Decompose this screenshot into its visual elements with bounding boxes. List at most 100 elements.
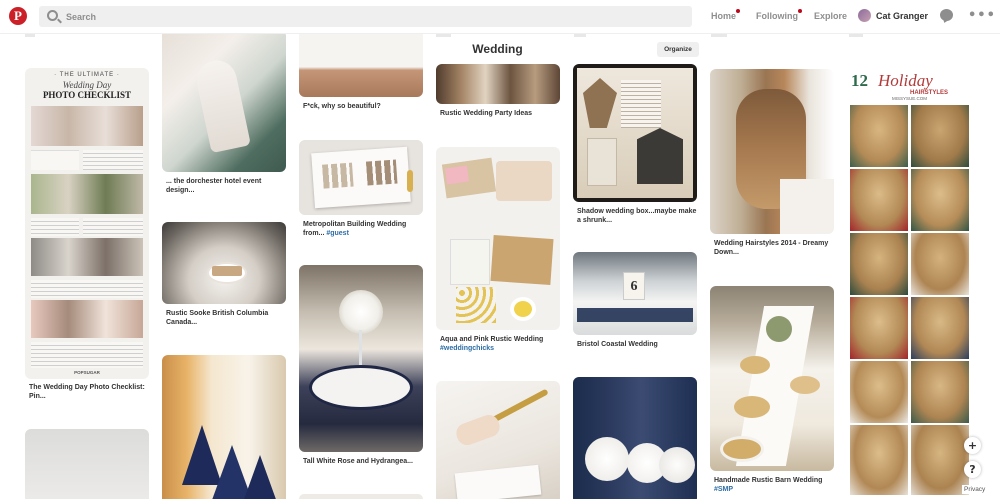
pin-image[interactable]	[299, 265, 423, 452]
pin-caption[interactable]: F*ck, why so beautiful?	[303, 102, 423, 111]
divider	[436, 34, 451, 37]
user-name-link[interactable]: Cat Granger	[876, 11, 928, 21]
pin-image[interactable]	[162, 355, 286, 499]
top-nav-bar: P Home Following Explore Cat Granger •••	[0, 0, 1000, 34]
gold-charger	[790, 376, 820, 394]
checklist-heading: · THE ULTIMATE ·	[54, 72, 120, 78]
napkin	[242, 455, 278, 499]
gold-charger	[740, 356, 770, 374]
nav-home-label: Home	[711, 11, 737, 21]
hair-title: Holiday	[878, 71, 933, 90]
pin-caption[interactable]: Shadow wedding box...maybe make a shrunk…	[577, 207, 697, 225]
search-icon	[47, 10, 58, 21]
pin-caption[interactable]: Aqua and Pink Rustic Wedding #weddingchi…	[440, 335, 560, 353]
swatches	[322, 162, 354, 189]
hair-credit: MISSYSUE.COM	[892, 96, 928, 101]
pin-image[interactable]	[162, 222, 286, 304]
booklet	[311, 146, 411, 209]
search-bar[interactable]	[39, 6, 692, 27]
pin-image[interactable]: 6	[573, 252, 697, 335]
avatar[interactable]	[858, 9, 871, 22]
pinterest-logo-icon[interactable]: P	[9, 7, 27, 25]
pin-image[interactable]	[573, 64, 697, 202]
pin-image[interactable]	[436, 147, 560, 330]
hairstyle-photo	[911, 297, 969, 359]
organize-button[interactable]: Organize	[657, 42, 699, 57]
pin-image[interactable]	[25, 429, 149, 499]
privacy-link[interactable]: Privacy	[962, 485, 988, 494]
pin-caption[interactable]: Rustic Wedding Party Ideas	[440, 109, 560, 118]
nav-explore[interactable]: Explore	[814, 11, 847, 21]
pin-image[interactable]	[436, 381, 560, 499]
pin-image[interactable]: 12 Holiday HAIRSTYLES MISSYSUE.COM	[848, 69, 971, 499]
pin-caption[interactable]: Bristol Coastal Wedding	[577, 340, 697, 349]
pin-image[interactable]	[710, 69, 834, 234]
napkin	[182, 425, 222, 485]
hairstyle-photo	[911, 425, 969, 495]
checklist-heading: PHOTO CHECKLIST	[42, 90, 132, 100]
divider	[711, 34, 727, 37]
pin-image[interactable]	[299, 30, 423, 97]
pin-image[interactable]	[436, 64, 560, 104]
pin-caption[interactable]: The Wedding Day Photo Checklist: Pin...	[29, 383, 149, 401]
bouquet	[659, 447, 695, 483]
checklist-heading: Wedding Day	[62, 80, 112, 90]
pin-image[interactable]	[162, 30, 286, 172]
hashtag-link[interactable]: #weddingchicks	[440, 345, 494, 352]
swatches	[365, 159, 398, 186]
hairstyle-photo	[850, 169, 908, 231]
greenery	[766, 316, 792, 342]
board-title: Wedding	[472, 42, 523, 56]
chat-icon[interactable]	[940, 9, 953, 21]
nav-following[interactable]: Following	[756, 9, 802, 21]
search-input[interactable]	[66, 6, 666, 27]
table-runner	[577, 308, 693, 322]
hashtag-link[interactable]: #SMP	[714, 486, 733, 493]
nav-home[interactable]: Home	[711, 9, 741, 21]
round-table	[309, 365, 413, 410]
dress	[780, 179, 834, 234]
napkin	[212, 445, 252, 499]
booklet	[450, 239, 490, 285]
pin-image[interactable]: · THE ULTIMATE · Wedding Day PHOTO CHECK…	[25, 68, 149, 379]
pin-caption[interactable]: Tall White Rose and Hydrangea...	[303, 457, 423, 466]
help-button[interactable]: ?	[964, 461, 981, 478]
pin-caption[interactable]: Wedding Hairstyles 2014 - Dreamy Down...	[714, 239, 834, 257]
pin-caption-text: Handmade Rustic Barn Wedding	[714, 477, 823, 484]
hairstyle-photo	[850, 233, 908, 295]
shadow-box	[577, 68, 693, 198]
place-card	[454, 464, 542, 499]
pin-image[interactable]	[299, 494, 423, 499]
pin-image[interactable]	[299, 140, 423, 215]
kraft-envelope	[490, 234, 554, 286]
vase	[359, 330, 362, 370]
pin-image[interactable]	[710, 286, 834, 471]
pin-caption[interactable]: Handmade Rustic Barn Wedding #SMP	[714, 476, 834, 494]
pin-caption[interactable]: ... the dorchester hotel event design...	[166, 177, 286, 195]
hairstyle-photo	[850, 361, 908, 423]
photo-collage	[31, 300, 143, 338]
gold-charger	[734, 396, 770, 418]
pin-caption-text: Aqua and Pink Rustic Wedding	[440, 336, 544, 343]
photo-collage	[31, 174, 143, 214]
more-options-icon[interactable]: •••	[968, 8, 996, 23]
pin-caption[interactable]: Rustic Sooke British Columbia Canada...	[166, 309, 286, 327]
hashtag-link[interactable]: #guest	[326, 230, 349, 237]
hairstyle-photo	[850, 425, 908, 495]
pin-caption-text: Metropolitan Building Wedding from...	[303, 221, 407, 237]
hairstyle-photo	[911, 169, 969, 231]
notification-dot	[798, 9, 802, 13]
add-pin-button[interactable]: +	[964, 437, 981, 454]
place-card	[212, 266, 242, 276]
pin-caption[interactable]: Metropolitan Building Wedding from... #g…	[303, 220, 423, 238]
checklist-text	[31, 342, 143, 368]
gold-charger	[720, 436, 764, 462]
pin-image[interactable]	[573, 377, 697, 499]
checklist-text	[31, 150, 79, 170]
photo-collage	[31, 106, 143, 146]
paperclip	[407, 170, 413, 192]
divider	[574, 34, 586, 37]
flower-centerpiece	[339, 290, 383, 334]
checklist-text	[31, 280, 143, 298]
polka-paper	[456, 287, 496, 323]
